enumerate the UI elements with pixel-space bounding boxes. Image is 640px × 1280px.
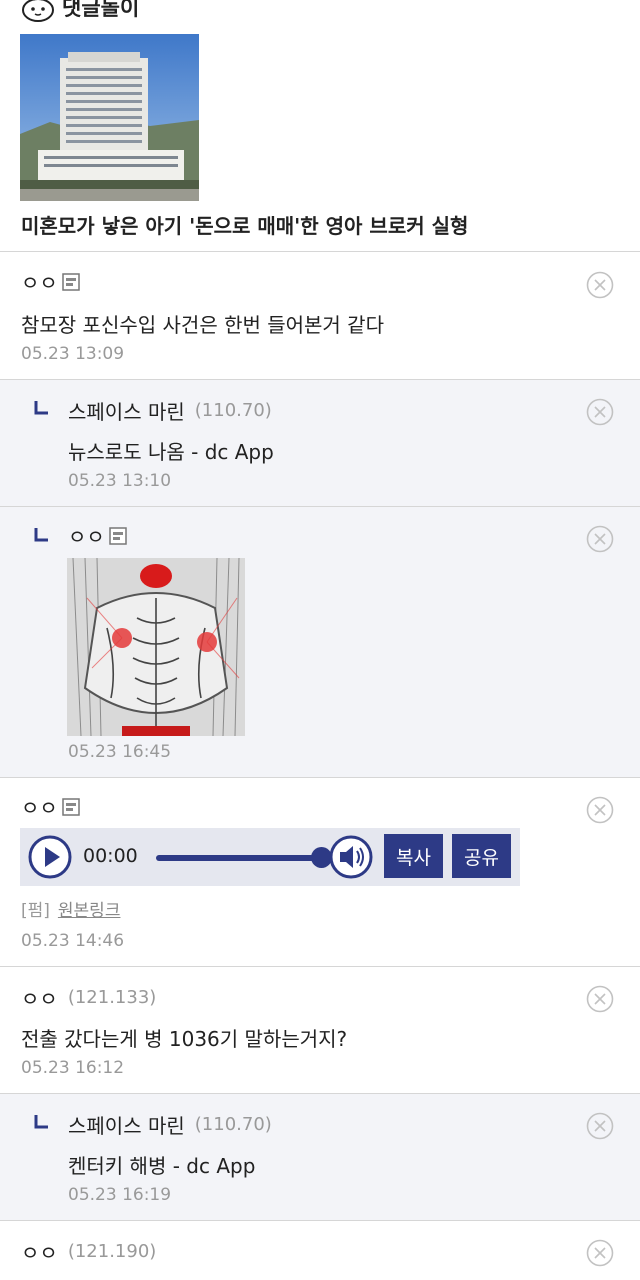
reply-arrow-icon [34, 401, 48, 415]
news-thumbnail[interactable] [20, 34, 199, 201]
bot-name: 댓글돌이 [62, 0, 140, 20]
comment-date: 05.23 13:10 [68, 471, 172, 491]
reply-arrow-icon [34, 528, 48, 542]
comment-item: ㅇㅇ 참모장 포신수입 사건은 한번 들어본거 같다 05.23 13:09 [0, 253, 640, 380]
author-nickname[interactable]: 스페이스 마린 [68, 1110, 185, 1139]
comment-text: 켄터키 해병 - dc App [68, 1154, 256, 1178]
author-nickname[interactable]: ㅇㅇ [21, 983, 58, 1012]
delete-icon[interactable] [586, 525, 614, 553]
audio-player: 00:00 복사 공유 [20, 828, 520, 886]
comment-author: 스페이스 마린 (110.70) [68, 396, 272, 425]
comment-author: ㅇㅇ [21, 267, 80, 296]
reply-arrow-icon [34, 1115, 48, 1129]
delete-icon[interactable] [586, 1239, 614, 1267]
fixed-nick-icon [109, 526, 127, 545]
reply-item: ㅇㅇ 05.23 16:45 [0, 507, 640, 778]
delete-icon[interactable] [586, 796, 614, 824]
author-ip: (121.190) [67, 1241, 157, 1262]
author-ip: (110.70) [194, 400, 272, 421]
fixed-nick-icon [62, 272, 80, 291]
share-button[interactable]: 공유 [452, 834, 511, 878]
author-nickname[interactable]: ㅇㅇ [21, 792, 58, 821]
mascot-icon [22, 0, 54, 22]
comment-author: ㅇㅇ (121.190) [21, 1237, 156, 1266]
comment-author: ㅇㅇ (121.133) [21, 983, 156, 1012]
comment-item: ㅇㅇ 00:00 복사 공유 [펌] 원본링크 05.23 14:46 [0, 778, 640, 967]
volume-icon[interactable] [328, 835, 374, 879]
audio-progress-track[interactable] [156, 855, 322, 861]
copy-button[interactable]: 복사 [384, 834, 443, 878]
news-card[interactable]: 댓글돌이 미혼모가 낳은 아기 '돈으로 매매'한 영아 브로커 실형 [0, 0, 640, 252]
delete-icon[interactable] [586, 1112, 614, 1140]
comment-author: ㅇㅇ [21, 792, 80, 821]
reply-item: 스페이스 마린 (110.70) 뉴스로도 나옴 - dc App 05.23 … [0, 380, 640, 507]
comment-date: 05.23 16:19 [68, 1185, 172, 1205]
fixed-nick-icon [62, 797, 80, 816]
delete-icon[interactable] [586, 271, 614, 299]
comment-date: 05.23 16:12 [21, 1058, 125, 1078]
delete-icon[interactable] [586, 985, 614, 1013]
comment-text: 참모장 포신수입 사건은 한번 들어본거 같다 [21, 313, 384, 337]
source-line: [펌] 원본링크 [21, 896, 120, 921]
author-ip: (121.133) [67, 987, 157, 1008]
audio-time: 00:00 [83, 845, 138, 867]
reply-item: 스페이스 마린 (110.70) 켄터키 해병 - dc App 05.23 1… [0, 1094, 640, 1221]
comment-item: ㅇㅇ (121.190) [0, 1221, 640, 1280]
comment-author: 스페이스 마린 (110.70) [68, 1110, 272, 1139]
comment-text: 뉴스로도 나옴 - dc App [68, 440, 274, 464]
author-nickname[interactable]: ㅇㅇ [21, 1237, 58, 1266]
delete-icon[interactable] [586, 398, 614, 426]
comment-date: 05.23 13:09 [21, 344, 125, 364]
author-nickname[interactable]: ㅇㅇ [21, 267, 58, 296]
play-icon[interactable] [28, 835, 72, 879]
news-headline[interactable]: 미혼모가 낳은 아기 '돈으로 매매'한 영아 브로커 실형 [21, 210, 468, 239]
comment-author: ㅇㅇ [68, 521, 127, 550]
comment-image[interactable] [67, 558, 245, 736]
source-tag: [펌] [21, 901, 50, 921]
comment-item: ㅇㅇ (121.133) 전출 갔다는게 병 1036기 말하는거지? 05.2… [0, 967, 640, 1094]
source-link[interactable]: 원본링크 [58, 901, 121, 921]
news-card-header: 댓글돌이 [20, 0, 139, 22]
author-nickname[interactable]: ㅇㅇ [68, 521, 105, 550]
author-nickname[interactable]: 스페이스 마린 [68, 396, 185, 425]
author-ip: (110.70) [194, 1114, 272, 1135]
comment-date: 05.23 16:45 [68, 742, 172, 762]
comment-date: 05.23 14:46 [21, 931, 125, 951]
comment-text: 전출 갔다는게 병 1036기 말하는거지? [21, 1027, 348, 1051]
